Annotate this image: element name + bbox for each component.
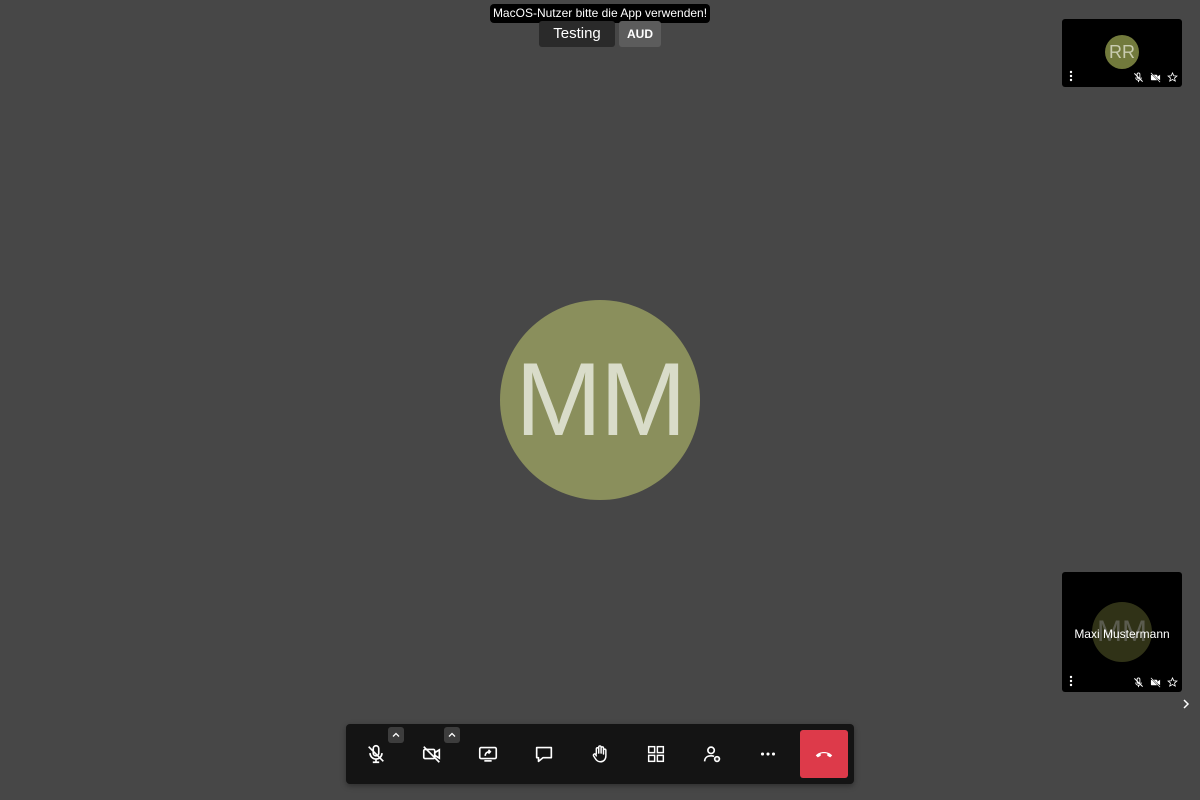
screen-share-button[interactable] <box>464 730 512 778</box>
chevron-up-icon[interactable] <box>444 727 460 743</box>
thumbnail-avatar-initials: RR <box>1109 41 1135 62</box>
hang-up-icon <box>815 751 833 758</box>
chat-icon <box>535 746 553 763</box>
participant-thumbnail-mm[interactable]: MM Maxi Mustermann <box>1062 572 1182 692</box>
chevron-right-icon[interactable] <box>1179 697 1193 711</box>
microphone-off-icon <box>368 744 384 764</box>
meeting-toolbar <box>346 724 854 784</box>
more-options-button[interactable] <box>744 730 792 778</box>
camera-off-icon <box>1150 70 1161 83</box>
raise-hand-button[interactable] <box>576 730 624 778</box>
more-vertical-icon[interactable] <box>1066 69 1076 82</box>
more-horizontal-icon <box>760 752 776 756</box>
camera-off-icon <box>422 746 441 763</box>
camera-off-icon <box>1150 675 1161 688</box>
main-avatar-initials: MM <box>515 342 686 458</box>
meeting-stage: MacOS-Nutzer bitte die App verwenden! Te… <box>0 0 1200 800</box>
quality-badge[interactable]: AUD <box>619 21 661 47</box>
chevron-up-icon[interactable] <box>388 727 404 743</box>
more-vertical-icon[interactable] <box>1066 674 1076 687</box>
star-icon[interactable] <box>1167 70 1178 82</box>
thumbnail-status-indicators <box>1133 70 1178 83</box>
thumbnail-avatar: RR <box>1105 35 1139 69</box>
participants-icon <box>703 746 721 763</box>
tile-view-button[interactable] <box>632 730 680 778</box>
meeting-title[interactable]: Testing <box>539 21 615 47</box>
thumbnail-status-indicators <box>1133 675 1178 688</box>
tile-view-icon <box>647 745 665 763</box>
raise-hand-icon <box>592 745 607 763</box>
main-speaker-avatar: MM <box>500 300 700 500</box>
star-icon[interactable] <box>1167 675 1178 687</box>
participant-thumbnail-rr[interactable]: RR <box>1062 19 1182 87</box>
thumbnail-participant-name: Maxi Mustermann <box>1074 627 1170 641</box>
chat-button[interactable] <box>520 730 568 778</box>
hang-up-button[interactable] <box>800 730 848 778</box>
microphone-off-icon <box>1133 70 1144 83</box>
microphone-off-icon <box>1133 675 1144 688</box>
participants-button[interactable] <box>688 730 736 778</box>
screen-share-icon <box>478 746 498 762</box>
